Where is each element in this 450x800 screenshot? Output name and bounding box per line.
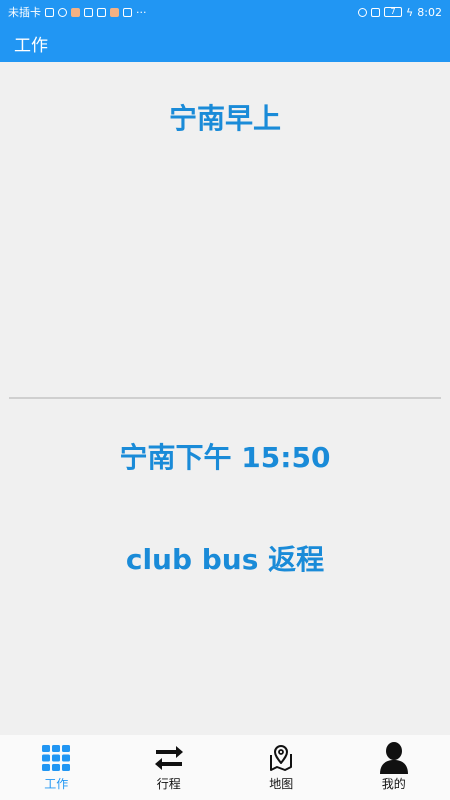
more-notifications-icon: ···: [136, 5, 147, 19]
vibrate-icon: [371, 7, 381, 17]
morning-route-title[interactable]: 宁南早上: [0, 97, 450, 137]
status-left: 未插卡 ···: [8, 4, 147, 20]
return-route-title[interactable]: club bus 返程: [0, 538, 450, 578]
carrier-text: 未插卡: [8, 6, 41, 19]
nav-item-map[interactable]: 地图: [225, 735, 338, 800]
nav-item-work[interactable]: 工作: [0, 735, 113, 800]
app-notification-icon-2: [110, 7, 119, 17]
wifi-icon: [58, 7, 67, 17]
map-pin-icon: [266, 743, 296, 773]
charging-icon: ϟ: [406, 5, 414, 19]
bottom-nav: 工作 行程 地图 我的: [0, 735, 450, 800]
status-right: 7 ϟ 8:02: [358, 6, 442, 19]
app-notification-icon: [71, 7, 80, 17]
nav-label-work: 工作: [44, 777, 69, 791]
grid-icon: [41, 743, 71, 773]
nav-label-mine: 我的: [381, 777, 406, 791]
section-divider: [9, 397, 441, 399]
notification-icon: [97, 7, 106, 17]
notification-icon-2: [123, 7, 132, 17]
nav-item-trips[interactable]: 行程: [113, 735, 226, 800]
person-icon: [379, 742, 409, 774]
afternoon-route-title[interactable]: 宁南下午 15:50: [0, 436, 450, 476]
app-bar-title: 工作: [14, 35, 48, 56]
app-bar: 工作: [0, 24, 450, 62]
usb-icon: [84, 7, 93, 17]
nav-label-map: 地图: [269, 777, 294, 791]
nav-label-trips: 行程: [156, 777, 181, 791]
nav-item-mine[interactable]: 我的: [338, 735, 450, 800]
battery-icon: 7: [384, 7, 403, 17]
clock: 8:02: [417, 5, 442, 19]
sim-icon: [45, 7, 54, 17]
swap-arrows-icon: [154, 743, 184, 773]
status-bar: 未插卡 ··· 7 ϟ 8:02: [0, 0, 450, 24]
location-icon: [358, 7, 368, 17]
app-screen: 未插卡 ··· 7 ϟ 8:02 工作 宁南早上 宁南下午 15:50 club…: [0, 0, 450, 800]
